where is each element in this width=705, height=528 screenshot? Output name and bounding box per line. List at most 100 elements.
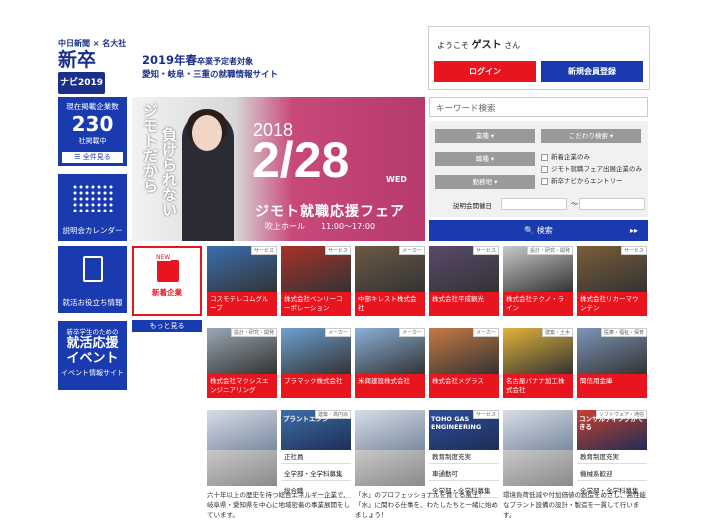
login-button[interactable]: ログイン <box>434 61 536 82</box>
keyword-search-input[interactable]: キーワード検索 <box>429 97 648 117</box>
site-logo[interactable]: 中日新聞 × 名大社 新卒ナビ2019 <box>58 38 138 94</box>
industry-select[interactable]: 業種 ▾ <box>435 129 535 143</box>
search-panel: 業種 ▾ こだわり検索 ▾ 職種 ▾ 勤務地 ▾ 新着企業のみ ジモト就職フェア… <box>429 121 648 217</box>
card-feature: 全学部・全学科募集 <box>281 467 351 481</box>
category-badge: サービス <box>472 246 499 255</box>
fair-banner[interactable]: ジモトだから 負けられない 2018 2/28 WED ジモト就職応援フェア 吹… <box>132 97 425 241</box>
category-badge: 建築・土木 <box>541 328 573 337</box>
card-description: 環境負荷低減や付加価値の創造をめざし、高性能なプラント設備の設計・製造を一貫して… <box>503 491 646 519</box>
company-tile[interactable]: メーカー株式会社メグラス <box>429 328 499 398</box>
event-top: 新卒学生のための <box>66 328 119 336</box>
check-fair[interactable]: ジモト就職フェア出展企業のみ <box>541 163 642 173</box>
register-button[interactable]: 新規会員登録 <box>541 61 643 82</box>
company-name: 株式会社リカーマウンテン <box>577 292 647 316</box>
job-select[interactable]: 職種 ▾ <box>435 152 535 166</box>
arrow-icon: ▸▸ <box>629 226 638 235</box>
company-tile[interactable]: 設計・研究・開発株式会社テクノ・ライン <box>503 246 573 316</box>
company-tile[interactable]: メーカー中部キレスト株式会社 <box>355 246 425 316</box>
company-tile[interactable]: 建築・土木名古屋バナナ加工株式会社 <box>503 328 573 398</box>
category-badge: サービス <box>250 246 277 255</box>
company-tile[interactable]: メーカー米興建設株式会社 <box>355 328 425 398</box>
banner-vertical-2: 負けられない <box>160 127 178 217</box>
card-feature: 教育制度充実 <box>577 450 647 464</box>
banner-vertical-1: ジモトだから <box>141 103 159 193</box>
category-badge: メーカー <box>472 328 499 337</box>
company-name: 株式会社マクシスエンジニアリング <box>207 374 277 398</box>
new-companies-tile[interactable]: NEW 新着企業 <box>132 246 202 316</box>
banner-date: 2/28 <box>252 132 350 188</box>
category-badge: 設計・研究・開発 <box>526 246 573 255</box>
info-link[interactable]: 就活お役立ち情報 <box>58 246 127 313</box>
category-badge: メーカー <box>324 328 351 337</box>
card-photo <box>207 410 277 450</box>
company-name: 名古屋バナナ加工株式会社 <box>503 374 573 398</box>
company-name: プラマック株式会社 <box>281 374 351 398</box>
card-photo <box>503 410 573 450</box>
check-entry[interactable]: 新卒ナビからエントリー <box>541 175 623 185</box>
count-suffix: 社掲載中 <box>78 137 107 145</box>
card-description: 「水」のプロフェッショナルを育てる風土！「水」に関わる仕事を、わたしたちと一緒に… <box>355 491 498 519</box>
company-name: 株式会社ベンリーコーポレーション <box>281 292 351 316</box>
company-tile[interactable]: サービス株式会社平成観光 <box>429 246 499 316</box>
card-lower-photo <box>355 450 425 486</box>
tagline-secondary: 愛知・岐阜・三重の就職情報サイト <box>142 70 279 80</box>
logo-title: 新卒ナビ2019 <box>58 49 138 94</box>
date-to-input[interactable] <box>579 198 645 210</box>
company-name: 中部キレスト株式会社 <box>355 292 425 316</box>
company-tile[interactable]: 医療・福祉・保育 聞信用金庫 <box>577 328 647 398</box>
count-value: 230 <box>71 112 114 136</box>
banner-face <box>192 115 222 151</box>
company-tile[interactable]: サービスコスモテレコムグループ <box>207 246 277 316</box>
company-name: 株式会社平成観光 <box>429 292 499 316</box>
calendar-label: 説明会カレンダー <box>62 226 123 235</box>
location-select[interactable]: 勤務地 ▾ <box>435 175 535 189</box>
card-headline: TOHO GAS ENGINEERING <box>431 415 482 431</box>
date-tilde: ～ <box>571 200 578 208</box>
logo-navi-badge: ナビ2019 <box>58 71 106 94</box>
count-title: 現在掲載企業数 <box>66 102 119 111</box>
category-badge: メーカー <box>398 328 425 337</box>
logo-publisher: 中日新聞 × 名大社 <box>58 39 127 48</box>
card-lower-photo <box>503 450 573 486</box>
company-name: 聞信用金庫 <box>577 374 647 398</box>
tagline-primary: 2019年春卒業予定者対象 <box>142 53 254 67</box>
search-button[interactable]: 🔍 検索 ▸▸ <box>429 220 648 241</box>
check-new[interactable]: 新着企業のみ <box>541 151 590 161</box>
calendar-link[interactable]: 説明会カレンダー <box>58 174 127 241</box>
event-link[interactable]: 新卒学生のための 就活応援 イベント イベント情報サイト <box>58 321 127 390</box>
card-headline: プラントエンジ <box>283 415 329 423</box>
category-badge: メーカー <box>398 246 425 255</box>
welcome-text: ようこそ ゲスト さん <box>437 40 521 51</box>
banner-fair-title: ジモト就職応援フェア <box>255 204 405 220</box>
more-button[interactable]: もっと見る <box>132 320 202 332</box>
new-icon: NEW <box>155 254 179 282</box>
kodawari-select[interactable]: こだわり検索 ▾ <box>541 129 641 143</box>
category-badge: 設計・研究・開発 <box>230 328 277 337</box>
banner-dow: WED <box>386 175 407 184</box>
card-feature: 教育制度充実 <box>429 450 499 464</box>
card-feature: 車通勤可 <box>429 467 499 481</box>
category-badge: サービス <box>620 246 647 255</box>
company-tile[interactable]: メーカープラマック株式会社 <box>281 328 351 398</box>
calendar-icon <box>72 184 114 212</box>
company-tile[interactable]: サービス 株式会社ベンリーコーポレーション <box>281 246 351 316</box>
event-label: イベント情報サイト <box>61 369 124 377</box>
card-photo <box>355 410 425 450</box>
notebook-icon <box>83 256 103 282</box>
company-name: 株式会社テクノ・ライン <box>503 292 573 316</box>
company-name: 株式会社メグラス <box>429 374 499 398</box>
card-description: 六十年以上の歴史を持つ総合エネルギー企業で、岐阜県・愛知県を中心に地域密着の事業… <box>207 491 350 519</box>
info-label: 就活お役立ち情報 <box>62 298 123 307</box>
company-name: 米興建設株式会社 <box>355 374 425 398</box>
company-count-box[interactable]: 現在掲載企業数 230 社掲載中 ☰ 全件見る <box>58 97 127 166</box>
company-tile[interactable]: サービス株式会社リカーマウンテン <box>577 246 647 316</box>
new-companies-label: 新着企業 <box>152 288 182 297</box>
company-name: コスモテレコムグループ <box>207 292 277 316</box>
company-tile[interactable]: 設計・研究・開発株式会社マクシスエンジニアリング <box>207 328 277 398</box>
date-from-input[interactable] <box>501 198 567 210</box>
banner-hall: 吹上ホール 11:00～17:00 <box>265 222 376 231</box>
card-lower-photo <box>207 450 277 486</box>
event-line1: 就活応援 <box>66 336 119 351</box>
card-feature: 機械系歓迎 <box>577 467 647 481</box>
view-all-button[interactable]: ☰ 全件見る <box>62 152 123 163</box>
